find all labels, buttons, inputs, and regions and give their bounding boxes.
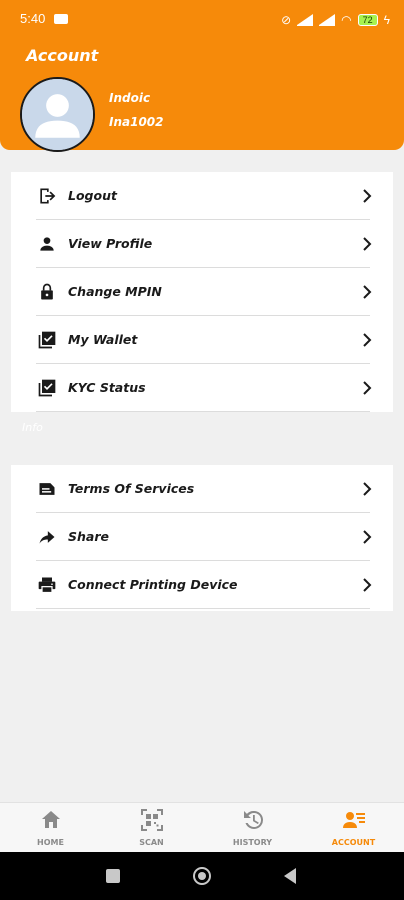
wifi-icon: ◠ — [341, 13, 352, 27]
account-header: Account Indoic Ina1002 — [0, 40, 404, 152]
nav-label: HISTORY — [232, 838, 273, 847]
checkbox-icon — [36, 377, 58, 399]
bottom-navigation: HOME SCAN HISTORY ACCOUNT — [0, 802, 404, 852]
home-button-icon[interactable] — [193, 867, 211, 885]
section-label-info: Info — [22, 421, 43, 434]
nav-item-account[interactable]: ACCOUNT — [303, 803, 404, 853]
user-id: Ina1002 — [109, 115, 164, 129]
chevron-right-icon — [360, 284, 374, 299]
chevron-right-icon — [360, 380, 374, 395]
nav-item-scan[interactable]: SCAN — [101, 803, 202, 853]
nav-label: HOME — [37, 838, 64, 847]
checkbox-icon — [36, 329, 58, 351]
menu-label: Change MPIN — [68, 284, 162, 299]
menu-label: View Profile — [68, 236, 153, 251]
nav-item-history[interactable]: HISTORY — [202, 803, 303, 853]
chevron-right-icon — [360, 236, 374, 251]
menu-item-logout[interactable]: Logout — [36, 172, 372, 220]
signal-icon — [297, 13, 314, 26]
menu-label: Connect Printing Device — [68, 577, 238, 592]
status-time: 5:40 — [20, 11, 46, 26]
avatar[interactable] — [20, 77, 95, 152]
signal-icon-2 — [319, 13, 336, 26]
info-menu-card: Terms Of Services Share Connect Printing… — [11, 465, 393, 611]
chevron-right-icon — [360, 529, 374, 544]
share-icon — [36, 526, 58, 548]
menu-label: Terms Of Services — [68, 481, 195, 496]
battery-icon: 72 — [357, 14, 378, 26]
user-name: Indoic — [109, 91, 151, 105]
menu-item-change-mpin[interactable]: Change MPIN — [36, 268, 372, 316]
chevron-right-icon — [360, 577, 374, 592]
nav-item-home[interactable]: HOME — [0, 803, 101, 853]
default-avatar-icon — [22, 79, 93, 150]
menu-item-connect-printing-device[interactable]: Connect Printing Device — [36, 561, 372, 609]
sim-card-icon — [54, 14, 68, 24]
menu-item-kyc-status[interactable]: KYC Status — [36, 364, 372, 412]
chevron-right-icon — [360, 188, 374, 203]
recent-apps-icon[interactable] — [106, 869, 120, 883]
document-icon — [36, 478, 58, 500]
chevron-right-icon — [360, 481, 374, 496]
account-menu-card: Logout View Profile Change MPIN My Walle… — [11, 172, 393, 412]
home-icon — [39, 808, 63, 832]
logout-icon — [36, 185, 58, 207]
menu-label: Logout — [68, 188, 117, 203]
account-list-icon — [342, 808, 366, 832]
back-icon[interactable] — [284, 868, 296, 884]
lock-icon — [36, 281, 58, 303]
menu-item-view-profile[interactable]: View Profile — [36, 220, 372, 268]
status-bar: 5:40 ⊘ ◠ 72 ϟ — [0, 0, 404, 40]
menu-item-my-wallet[interactable]: My Wallet — [36, 316, 372, 364]
menu-label: KYC Status — [68, 380, 146, 395]
chevron-right-icon — [360, 332, 374, 347]
status-indicators: ⊘ ◠ 72 ϟ — [281, 10, 390, 30]
menu-item-share[interactable]: Share — [36, 513, 372, 561]
menu-label: Share — [68, 529, 109, 544]
system-navigation-bar — [0, 852, 404, 900]
printer-icon — [36, 574, 58, 596]
history-icon — [241, 808, 265, 832]
page-title: Account — [26, 46, 99, 65]
nav-label: SCAN — [139, 838, 164, 847]
nav-label: ACCOUNT — [331, 838, 376, 847]
no-sync-icon: ⊘ — [281, 13, 292, 27]
qr-scan-icon — [140, 808, 164, 832]
menu-item-terms-of-services[interactable]: Terms Of Services — [36, 465, 372, 513]
menu-label: My Wallet — [68, 332, 138, 347]
person-icon — [36, 233, 58, 255]
charging-icon: ϟ — [383, 13, 390, 27]
